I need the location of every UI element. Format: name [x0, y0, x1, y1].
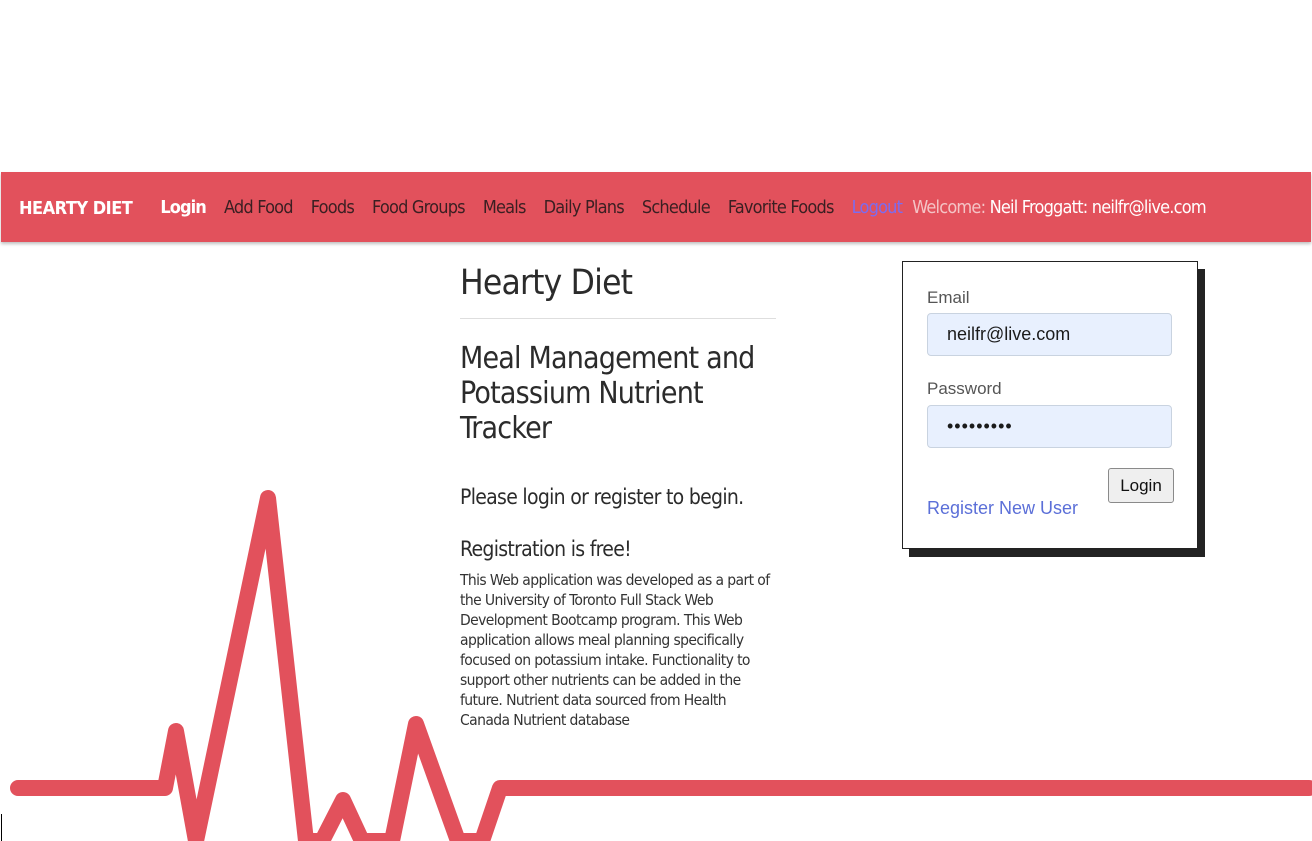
text-cursor: [1, 814, 2, 841]
welcome-user: Neil Froggatt: neilfr@live.com: [989, 196, 1207, 218]
login-button[interactable]: Login: [1108, 468, 1174, 503]
nav-schedule[interactable]: Schedule: [642, 197, 711, 218]
registration-note: Registration is free!: [460, 537, 632, 561]
nav-add-food[interactable]: Add Food: [224, 197, 294, 218]
intro-section: Hearty Diet Meal Management and Potassiu…: [460, 262, 776, 730]
password-field[interactable]: [927, 405, 1172, 448]
login-prompt: Please login or register to begin.: [460, 485, 744, 509]
welcome-label: Welcome:: [912, 196, 986, 218]
navbar: HEARTY DIET Login Add Food Foods Food Gr…: [1, 172, 1311, 242]
nav-favorite-foods[interactable]: Favorite Foods: [728, 197, 834, 218]
brand-logo[interactable]: HEARTY DIET: [19, 198, 133, 219]
nav-login[interactable]: Login: [160, 197, 207, 218]
email-label: Email: [927, 288, 970, 307]
page-title: Hearty Diet: [460, 262, 776, 319]
nav-daily-plans[interactable]: Daily Plans: [544, 197, 625, 218]
email-field[interactable]: [927, 313, 1172, 356]
nav-food-groups[interactable]: Food Groups: [372, 197, 466, 218]
nav-foods[interactable]: Foods: [311, 197, 355, 218]
login-form: Email Password Login Register New User: [902, 261, 1198, 549]
password-label: Password: [927, 379, 1002, 398]
about-text: This Web application was developed as a …: [460, 571, 770, 729]
welcome-message: Welcome: Neil Froggatt: neilfr@live.com: [912, 197, 1206, 218]
page: HEARTY DIET Login Add Food Foods Food Gr…: [0, 0, 1312, 841]
register-new-user-link[interactable]: Register New User: [927, 498, 1078, 519]
nav-logout[interactable]: Logout: [852, 197, 903, 218]
page-subtitle: Meal Management and Potassium Nutrient T…: [460, 341, 755, 446]
nav-meals[interactable]: Meals: [483, 197, 527, 218]
